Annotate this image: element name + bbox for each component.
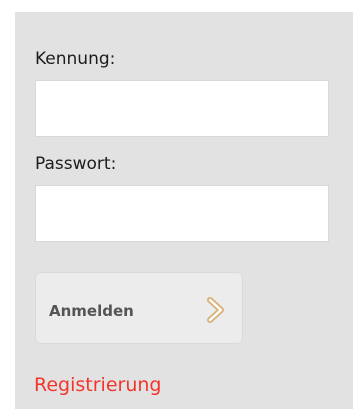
username-input[interactable]	[35, 80, 329, 137]
password-input[interactable]	[35, 185, 329, 242]
login-button[interactable]: Anmelden	[35, 272, 243, 344]
password-label: Passwort:	[35, 154, 117, 174]
login-panel: Kennung: Passwort: Anmelden Registrierun…	[15, 12, 353, 409]
login-button-label: Anmelden	[49, 302, 134, 320]
register-link[interactable]: Registrierung	[34, 374, 161, 396]
chevron-right-icon	[207, 297, 224, 323]
username-label: Kennung:	[35, 49, 116, 69]
